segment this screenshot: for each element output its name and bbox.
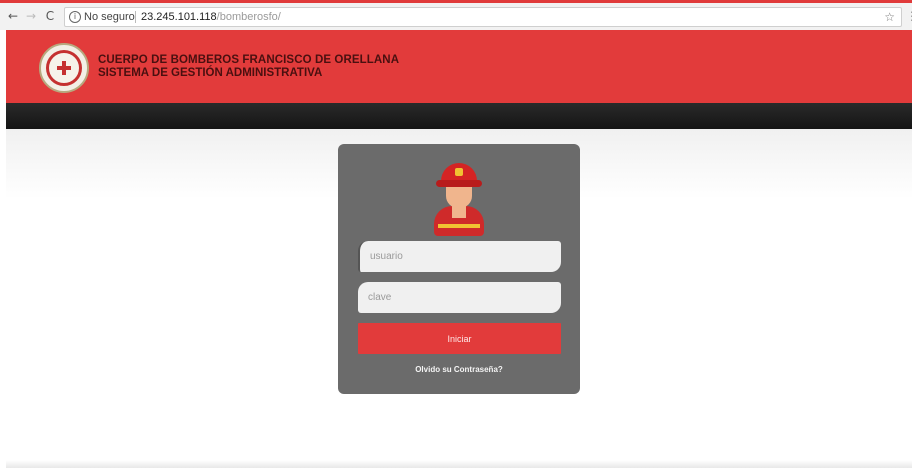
helmet-badge	[455, 168, 463, 176]
reload-icon[interactable]: C	[43, 9, 57, 23]
back-icon[interactable]: ←	[6, 9, 20, 23]
url-text: 23.245.101.118/bomberosfo/	[141, 8, 281, 26]
login-button[interactable]: Iniciar	[358, 323, 561, 354]
maltese-cross-icon	[57, 61, 71, 75]
info-icon[interactable]: i	[69, 11, 81, 23]
url-host: 23.245.101.118	[141, 11, 217, 23]
url-path: /bomberosfo/	[216, 11, 281, 23]
address-bar[interactable]: i No seguro 23.245.101.118/bomberosfo/ ☆	[64, 7, 902, 27]
page-footer-shadow	[6, 460, 912, 468]
system-subtitle: SISTEMA DE GESTIÓN ADMINISTRATIVA	[98, 67, 323, 79]
organization-title: CUERPO DE BOMBEROS FRANCISCO DE ORELLANA	[98, 54, 400, 66]
star-icon[interactable]: ☆	[884, 8, 895, 26]
username-input[interactable]	[358, 241, 561, 272]
address-separator	[135, 11, 136, 23]
site-header: CUERPO DE BOMBEROS FRANCISCO DE ORELLANA…	[6, 30, 912, 103]
forgot-password-link[interactable]: Olvido su Contraseña?	[338, 365, 580, 374]
avatar-face	[446, 186, 472, 208]
avatar-reflective-stripe	[438, 224, 480, 228]
password-input[interactable]	[358, 282, 561, 313]
fire-department-logo	[39, 43, 89, 93]
browser-toolbar: ← → C i No seguro 23.245.101.118/bombero…	[0, 0, 912, 30]
security-label: No seguro	[84, 11, 135, 23]
login-card: Iniciar Olvido su Contraseña?	[338, 144, 580, 394]
header-dark-band	[6, 103, 912, 129]
firefighter-avatar-icon	[430, 160, 488, 238]
forward-icon[interactable]: →	[24, 9, 38, 23]
browser-menu-icon[interactable]: ⋮	[906, 9, 912, 23]
helmet-brim	[436, 180, 482, 187]
